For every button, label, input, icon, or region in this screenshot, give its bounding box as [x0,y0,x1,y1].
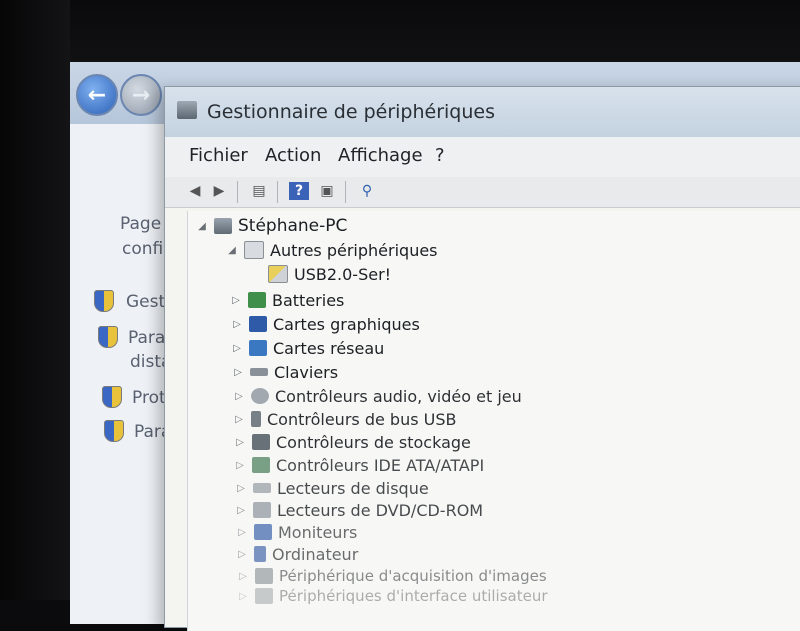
tree-node-category[interactable]: ▷ Périphérique d'acquisition d'images [237,565,547,587]
keyboard-icon [250,368,268,376]
monitor-icon [254,524,272,540]
audio-icon [251,388,269,404]
show-hide-console-tree-icon[interactable]: ▤ [249,182,269,200]
forward-arrow-icon[interactable]: → [120,74,162,116]
back-icon[interactable]: ◀ [185,182,205,200]
title-bar[interactable]: Gestionnaire de périphériques [165,87,800,137]
expand-icon[interactable]: ▷ [235,483,247,494]
tree-node-label: Ordinateur [272,544,359,564]
storage-icon [252,434,270,450]
shield-icon [104,420,124,442]
expand-icon[interactable]: ▷ [233,391,245,402]
tree-node-label: Cartes graphiques [273,314,420,334]
tree-node-label: USB2.0-Ser! [294,264,392,284]
sidebar-heading-line2: confi [122,239,164,259]
tree-node-label: Lecteurs de disque [277,478,429,498]
tree-node-category[interactable]: ▷ Claviers [232,361,338,383]
scan-hardware-icon[interactable]: ⚲ [357,182,377,200]
battery-icon [248,292,266,308]
shield-icon [94,290,114,312]
expand-icon[interactable]: ▷ [234,437,246,448]
tree-node-label: Autres périphériques [270,240,438,260]
tree-node-label: Contrôleurs de stockage [276,432,471,452]
expand-icon[interactable]: ▷ [231,319,243,330]
display-adapter-icon [249,316,267,332]
tree-node-label: Claviers [274,362,339,382]
tree-node-category[interactable]: ▷ Contrôleurs de stockage [234,431,471,453]
help-icon[interactable]: ? [289,182,309,200]
camera-icon [255,568,273,584]
tree-node-category[interactable]: ▷ Cartes réseau [231,337,384,359]
tree-node-label: Périphériques d'interface utilisateur [279,587,548,605]
toolbar-separator [345,181,346,203]
tree-node-category[interactable]: ▷ Contrôleurs de bus USB [233,408,456,430]
device-manager-icon [177,101,197,119]
tree-node-category[interactable]: ▷ Lecteurs de DVD/CD-ROM [235,499,483,521]
tree-node-label: Moniteurs [278,522,358,542]
warning-icon [268,265,288,283]
tree-node-label: Cartes réseau [273,338,385,358]
menu-fichier[interactable]: Fichier [189,145,248,166]
computer-icon [254,546,266,562]
tree-node-label: Lecteurs de DVD/CD-ROM [277,500,484,520]
shield-icon [98,326,118,348]
tree-node-category[interactable]: ▷ Cartes graphiques [231,313,420,335]
menu-bar: Fichier Action Affichage ? [165,137,800,177]
expand-icon[interactable]: ▷ [234,460,246,471]
expand-icon[interactable]: ▷ [236,549,248,560]
tree-node-label: Contrôleurs de bus USB [267,409,457,429]
hid-icon [255,588,273,604]
expand-icon[interactable]: ▷ [232,367,244,378]
unknown-device-icon [244,241,264,259]
device-tree: ◢ Stéphane-PC ◢ Autres périphériques USB… [187,211,800,631]
tree-node-category[interactable]: ▷ Périphériques d'interface utilisateur [237,585,548,607]
tree-node-unknown-device[interactable]: USB2.0-Ser! [268,263,391,285]
tree-node-label: Périphérique d'acquisition d'images [279,567,547,585]
monitor-bezel-left [0,0,70,600]
shield-icon [102,386,122,408]
window-title: Gestionnaire de périphériques [207,101,495,123]
sidebar-heading-line1: Page [120,214,162,234]
menu-action[interactable]: Action [265,145,321,166]
tree-node-category[interactable]: ▷ Contrôleurs audio, vidéo et jeu [233,385,522,407]
tree-node-category[interactable]: ▷ Lecteurs de disque [235,477,429,499]
collapse-icon[interactable]: ◢ [196,221,208,232]
tree-node-category[interactable]: ▷ Ordinateur [236,543,358,565]
collapse-icon[interactable]: ◢ [226,245,238,256]
tree-node-label: Contrôleurs IDE ATA/ATAPI [276,455,485,475]
expand-icon[interactable]: ▷ [237,571,249,582]
tree-node-category[interactable]: ▷ Batteries [230,289,344,311]
computer-icon [214,218,232,234]
properties-icon[interactable]: ▣ [317,182,337,200]
expand-icon[interactable]: ▷ [236,527,248,538]
tree-node-computer[interactable]: ◢ Stéphane-PC [196,215,347,237]
tree-node-category[interactable]: ▷ Moniteurs [236,521,357,543]
tree-node-label: Contrôleurs audio, vidéo et jeu [275,386,522,406]
tree-node-label: Stéphane-PC [238,216,348,236]
expand-icon[interactable]: ▷ [235,505,247,516]
forward-icon[interactable]: ▶ [209,182,229,200]
menu-help[interactable]: ? [435,145,445,166]
menu-affichage[interactable]: Affichage [338,145,423,166]
tree-node-category[interactable]: ▷ Contrôleurs IDE ATA/ATAPI [234,454,484,476]
dvd-drive-icon [253,502,271,518]
toolbar-separator [237,181,238,203]
expand-icon[interactable]: ▷ [230,295,242,306]
device-manager-window: Gestionnaire de périphériques Fichier Ac… [164,86,800,631]
network-icon [249,340,267,356]
ide-controller-icon [252,457,270,473]
disk-drive-icon [253,483,271,493]
usb-icon [251,411,261,427]
toolbar: ◀ ▶ ▤ ? ▣ ⚲ [165,177,800,208]
expand-icon[interactable]: ▷ [233,414,245,425]
expand-icon[interactable]: ▷ [231,343,243,354]
toolbar-separator [277,181,278,203]
back-arrow-icon[interactable]: ← [76,74,118,116]
tree-node-label: Batteries [272,290,345,310]
tree-node-other-devices[interactable]: ◢ Autres périphériques [226,239,438,261]
